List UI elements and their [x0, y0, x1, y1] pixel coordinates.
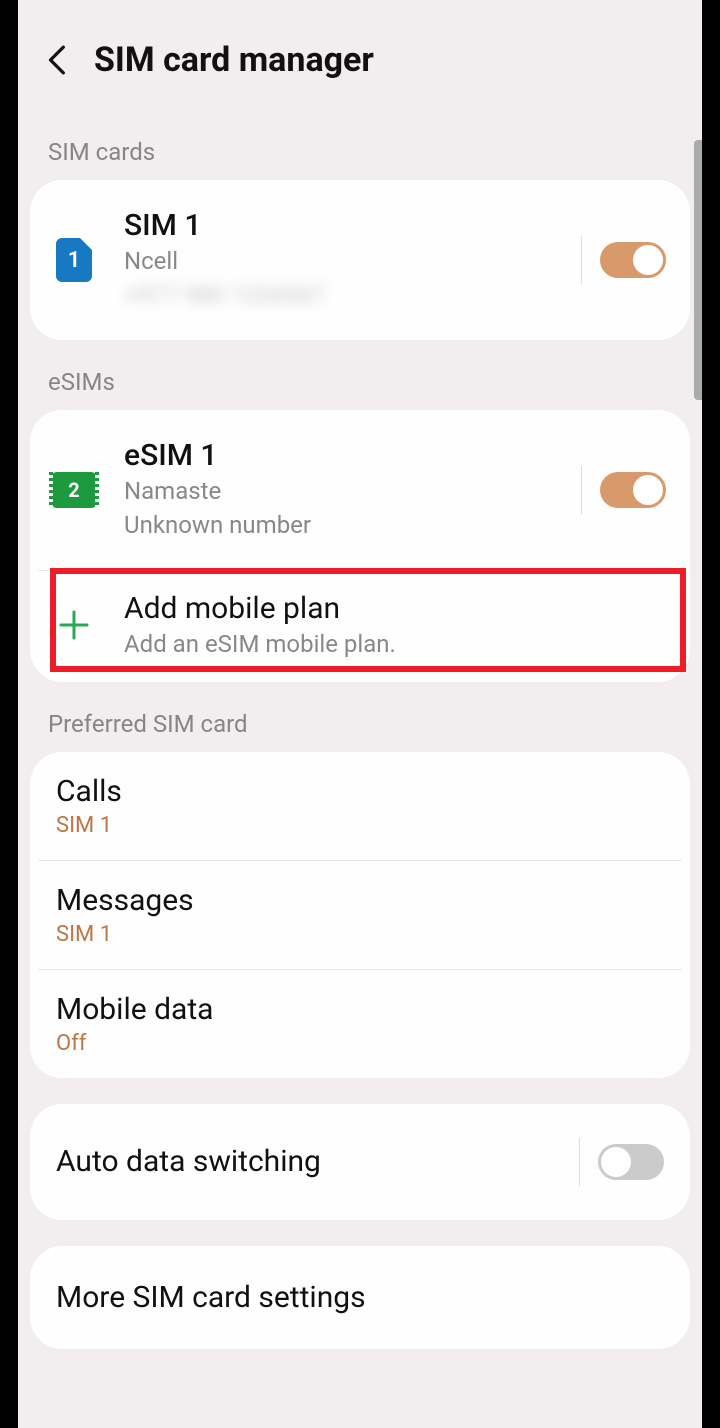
- esims-card: 2 eSIM 1 Namaste Unknown number: [30, 410, 690, 682]
- sim1-badge: 1: [68, 248, 81, 273]
- back-icon[interactable]: [36, 40, 76, 80]
- divider: [579, 1138, 580, 1186]
- add-mobile-plan-row[interactable]: Add mobile plan Add an eSIM mobile plan.: [30, 571, 690, 682]
- plus-icon: [57, 608, 91, 646]
- more-sim-settings-row[interactable]: More SIM card settings: [30, 1246, 690, 1349]
- divider: [581, 466, 582, 514]
- messages-value: SIM 1: [56, 922, 664, 947]
- auto-data-switching-label: Auto data switching: [56, 1144, 579, 1179]
- calls-value: SIM 1: [56, 813, 664, 838]
- auto-data-switching-card: Auto data switching: [30, 1104, 690, 1220]
- section-header-esims: eSIMs: [18, 340, 702, 410]
- header: SIM card manager: [18, 0, 702, 110]
- section-header-sim-cards: SIM cards: [18, 110, 702, 180]
- messages-label: Messages: [56, 883, 664, 918]
- sim-cards-card: 1 SIM 1 Ncell +977 980 1234567: [30, 180, 690, 340]
- sim1-toggle[interactable]: [600, 242, 666, 278]
- preferred-sim-card: Calls SIM 1 Messages SIM 1 Mobile data O…: [30, 752, 690, 1078]
- section-header-preferred: Preferred SIM card: [18, 682, 702, 752]
- mobile-data-label: Mobile data: [56, 992, 664, 1027]
- esim1-number: Unknown number: [124, 509, 581, 543]
- scroll-indicator[interactable]: [694, 140, 702, 400]
- esim1-badge: 2: [68, 478, 79, 502]
- esim1-row[interactable]: 2 eSIM 1 Namaste Unknown number: [30, 410, 690, 570]
- messages-row[interactable]: Messages SIM 1: [30, 861, 690, 969]
- page-title: SIM card manager: [94, 40, 374, 80]
- more-sim-settings-label: More SIM card settings: [56, 1280, 664, 1315]
- esim1-carrier: Namaste: [124, 475, 581, 509]
- mobile-data-row[interactable]: Mobile data Off: [30, 970, 690, 1078]
- auto-data-switching-row[interactable]: Auto data switching: [30, 1104, 690, 1220]
- add-plan-subtitle: Add an eSIM mobile plan.: [124, 628, 666, 662]
- sim1-row[interactable]: 1 SIM 1 Ncell +977 980 1234567: [30, 180, 690, 340]
- sim1-title: SIM 1: [124, 208, 581, 243]
- add-plan-title: Add mobile plan: [124, 591, 666, 626]
- sim1-number: +977 980 1234567: [124, 279, 581, 313]
- esim-chip-icon: 2: [51, 472, 97, 508]
- more-settings-card: More SIM card settings: [30, 1246, 690, 1349]
- sim-card-icon: 1: [56, 238, 92, 282]
- esim1-title: eSIM 1: [124, 438, 581, 473]
- mobile-data-value: Off: [56, 1031, 664, 1056]
- divider: [581, 236, 582, 284]
- sim1-carrier: Ncell: [124, 245, 581, 279]
- calls-row[interactable]: Calls SIM 1: [30, 752, 690, 860]
- esim1-toggle[interactable]: [600, 472, 666, 508]
- auto-data-switching-toggle[interactable]: [598, 1144, 664, 1180]
- calls-label: Calls: [56, 774, 664, 809]
